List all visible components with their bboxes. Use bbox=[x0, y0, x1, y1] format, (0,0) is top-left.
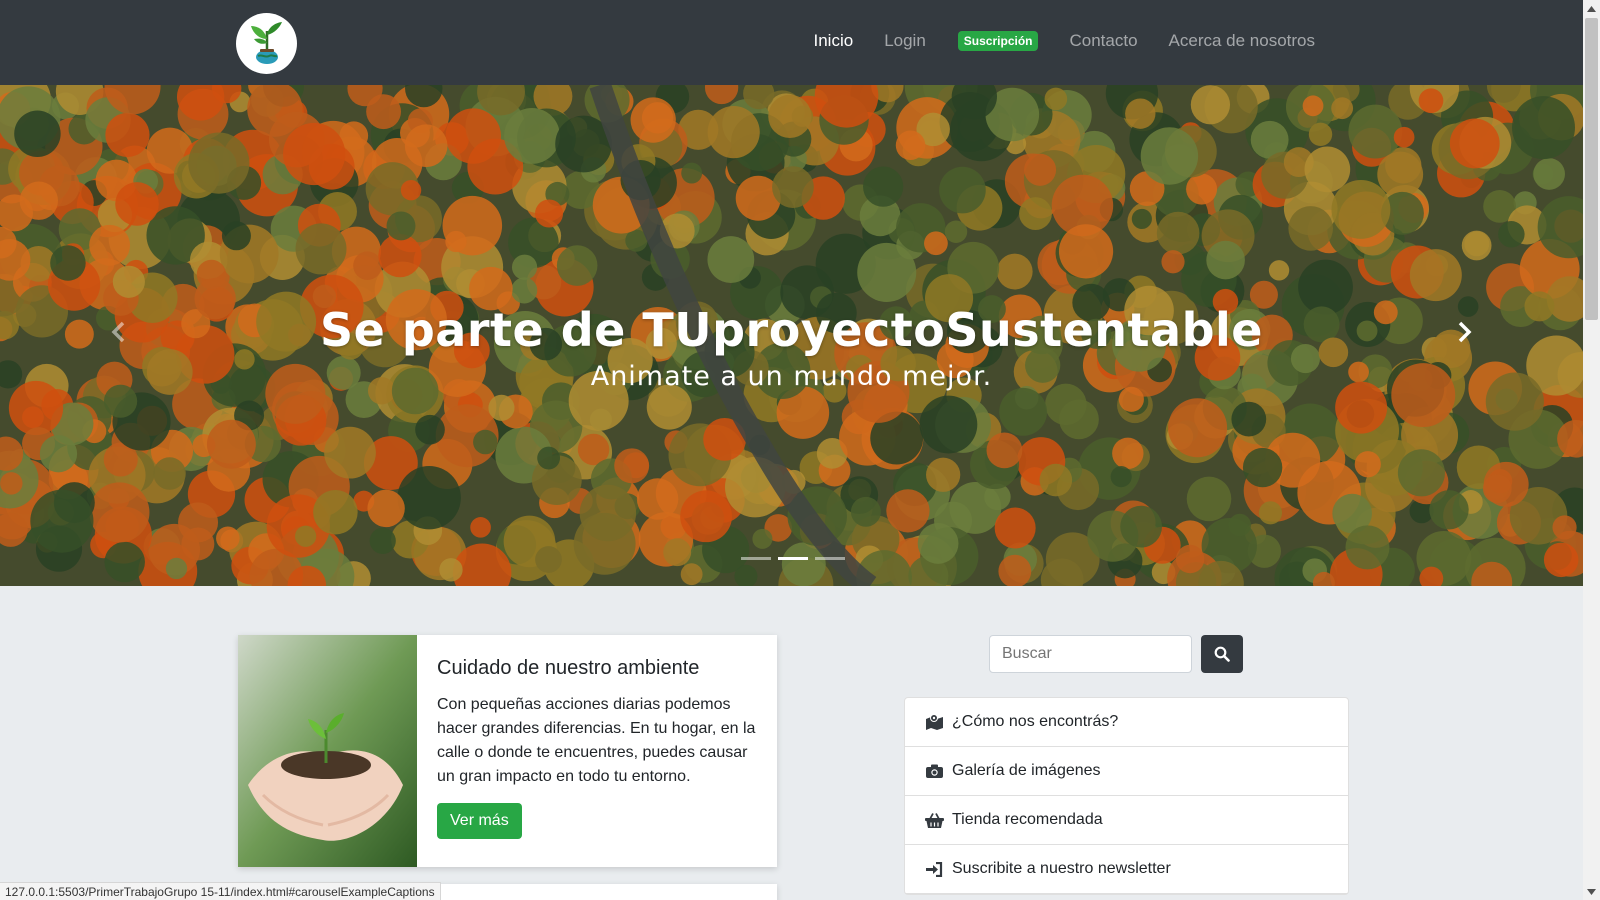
list-item-como-nos-encontras[interactable]: ¿Cómo nos encontrás? bbox=[905, 698, 1348, 747]
search-input[interactable] bbox=[989, 635, 1192, 673]
list-item-galeria[interactable]: Galería de imágenes bbox=[905, 747, 1348, 796]
carousel-indicator-3[interactable] bbox=[815, 557, 845, 560]
nav-item-login[interactable]: Login bbox=[884, 31, 926, 51]
scroll-down-arrow-icon[interactable] bbox=[1583, 883, 1600, 900]
chevron-right-icon bbox=[1458, 321, 1472, 343]
search-button[interactable] bbox=[1201, 635, 1243, 673]
list-item-label: Suscribite a nuestro newsletter bbox=[952, 860, 1171, 877]
carousel-indicators bbox=[741, 557, 845, 560]
list-item-label: Tienda recomendada bbox=[952, 811, 1103, 828]
hero-carousel: Se parte de TUproyectoSustentable Animat… bbox=[0, 85, 1583, 586]
sidebar-list: ¿Cómo nos encontrás? Galería de imágenes… bbox=[904, 697, 1349, 895]
list-item-label: ¿Cómo nos encontrás? bbox=[952, 713, 1119, 730]
main-nav: Inicio Login Suscripción Contacto Acerca… bbox=[783, 31, 1315, 51]
shopping-basket-icon bbox=[924, 811, 944, 829]
navbar: Inicio Login Suscripción Contacto Acerca… bbox=[0, 0, 1583, 85]
ver-mas-button[interactable]: Ver más bbox=[437, 803, 522, 839]
nav-item-acerca[interactable]: Acerca de nosotros bbox=[1169, 31, 1315, 51]
list-item-newsletter[interactable]: Suscribite a nuestro newsletter bbox=[905, 845, 1348, 894]
map-marked-icon bbox=[924, 713, 944, 731]
chevron-left-icon bbox=[111, 321, 125, 343]
card-text: Con pequeñas acciones diarias podemos ha… bbox=[437, 696, 756, 785]
carousel-prev-button[interactable] bbox=[104, 317, 134, 347]
carousel-indicator-2[interactable] bbox=[778, 557, 808, 560]
carousel-subtitle: Animate a un mundo mejor. bbox=[590, 361, 993, 392]
scrollbar-thumb[interactable] bbox=[1585, 18, 1598, 320]
hands-seedling-image bbox=[238, 635, 417, 867]
list-item-tienda[interactable]: Tienda recomendada bbox=[905, 796, 1348, 845]
vertical-scrollbar[interactable] bbox=[1583, 0, 1600, 900]
camera-icon bbox=[924, 762, 944, 780]
carousel-title: Se parte de TUproyectoSustentable bbox=[320, 303, 1263, 357]
card-title: Cuidado de nuestro ambiente bbox=[437, 657, 700, 679]
plant-logo-icon bbox=[250, 21, 282, 64]
nav-item-suscripcion[interactable]: Suscripción bbox=[957, 31, 1039, 51]
nav-item-contacto[interactable]: Contacto bbox=[1069, 31, 1137, 51]
sign-in-icon bbox=[924, 860, 944, 878]
plant-globe-logo[interactable] bbox=[236, 13, 297, 74]
nav-item-inicio[interactable]: Inicio bbox=[814, 31, 854, 51]
carousel-next-button[interactable] bbox=[1449, 317, 1479, 347]
article-card: Cuidado de nuestro ambiente Con pequeñas… bbox=[238, 635, 777, 867]
card-body: Cuidado de nuestro ambiente Con pequeñas… bbox=[417, 635, 777, 867]
scroll-up-arrow-icon[interactable] bbox=[1583, 0, 1600, 17]
search-icon bbox=[1214, 646, 1230, 662]
carousel-indicator-1[interactable] bbox=[741, 557, 771, 560]
browser-status-bar: 127.0.0.1:5503/PrimerTrabajoGrupo 15-11/… bbox=[0, 882, 441, 900]
list-item-label: Galería de imágenes bbox=[952, 762, 1101, 779]
